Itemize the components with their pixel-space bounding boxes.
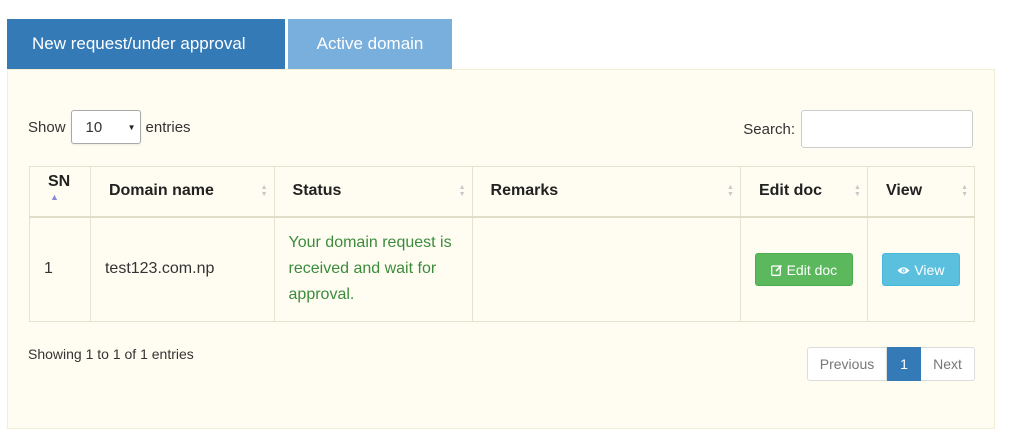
column-header-edit-doc[interactable]: Edit doc ▲ ▼ xyxy=(739,166,868,218)
column-header-label: Domain name xyxy=(108,182,214,200)
pagination: Previous 1 Next xyxy=(807,347,975,381)
sort-ascending-icon: ▲ xyxy=(50,192,59,203)
pagination-next[interactable]: Next xyxy=(921,347,975,381)
cell-domain-name: test123.com.np xyxy=(89,216,275,322)
search-label: Search: xyxy=(743,120,795,138)
cell-remarks xyxy=(471,216,741,322)
view-button[interactable]: View xyxy=(881,252,960,286)
eye-icon xyxy=(897,267,910,274)
sort-both-icon: ▲ ▼ xyxy=(260,184,268,199)
sort-both-icon: ▲ ▼ xyxy=(961,184,968,199)
sort-both-icon: ▲ ▼ xyxy=(727,184,734,199)
view-label: View xyxy=(914,261,945,278)
tab-panel: Show 10 ▼ entries Search: SN▲ Domain nam xyxy=(7,69,995,429)
tab-new-request[interactable]: New request/under approval xyxy=(7,19,285,69)
edit-icon xyxy=(770,264,782,276)
entries-label: entries xyxy=(145,118,191,136)
status-text: Your domain request is received and wait… xyxy=(288,234,452,304)
pagination-page-1[interactable]: 1 xyxy=(887,347,921,381)
caret-down-icon: ▼ xyxy=(127,122,136,132)
cell-status: Your domain request is received and wait… xyxy=(273,216,473,322)
entries-length-control: Show 10 ▼ entries xyxy=(28,110,191,144)
search-control: Search: xyxy=(743,110,973,148)
search-input[interactable] xyxy=(801,110,973,148)
entries-select-value: 10 xyxy=(85,118,103,136)
column-header-status[interactable]: Status ▲ ▼ xyxy=(273,166,473,218)
show-label: Show xyxy=(28,118,66,136)
table-info: Showing 1 to 1 of 1 entries xyxy=(28,346,194,362)
column-header-label: SN xyxy=(48,173,71,191)
tab-active-domain[interactable]: Active domain xyxy=(288,19,452,69)
column-header-view[interactable]: View ▲ ▼ xyxy=(866,166,976,218)
column-header-label: View xyxy=(885,182,923,200)
cell-view: View xyxy=(866,216,976,322)
sort-both-icon: ▲ ▼ xyxy=(458,184,466,199)
entries-select[interactable]: 10 ▼ xyxy=(70,110,141,144)
pagination-previous[interactable]: Previous xyxy=(807,347,887,381)
column-header-label: Status xyxy=(292,182,342,200)
edit-doc-button[interactable]: Edit doc xyxy=(754,252,853,286)
column-header-remarks[interactable]: Remarks ▲ ▼ xyxy=(471,166,741,218)
column-header-label: Edit doc xyxy=(758,182,823,200)
column-header-domain-name[interactable]: Domain name ▲ ▼ xyxy=(89,166,275,218)
column-header-label: Remarks xyxy=(490,182,559,200)
column-header-sn[interactable]: SN▲ xyxy=(29,166,91,218)
domain-table: SN▲ Domain name ▲ ▼ Status ▲ ▼ Remarks ▲ ▼ … xyxy=(29,166,976,322)
edit-doc-label: Edit doc xyxy=(786,261,838,278)
cell-edit-doc: Edit doc xyxy=(739,216,868,322)
table-header-row: SN▲ Domain name ▲ ▼ Status ▲ ▼ Remarks ▲ ▼ … xyxy=(29,166,976,218)
cell-sn: 1 xyxy=(29,216,91,322)
tab-bar: New request/under approval Active domain xyxy=(7,19,452,69)
table-row: 1 test123.com.np Your domain request is … xyxy=(29,216,976,322)
sort-both-icon: ▲ ▼ xyxy=(854,184,861,199)
